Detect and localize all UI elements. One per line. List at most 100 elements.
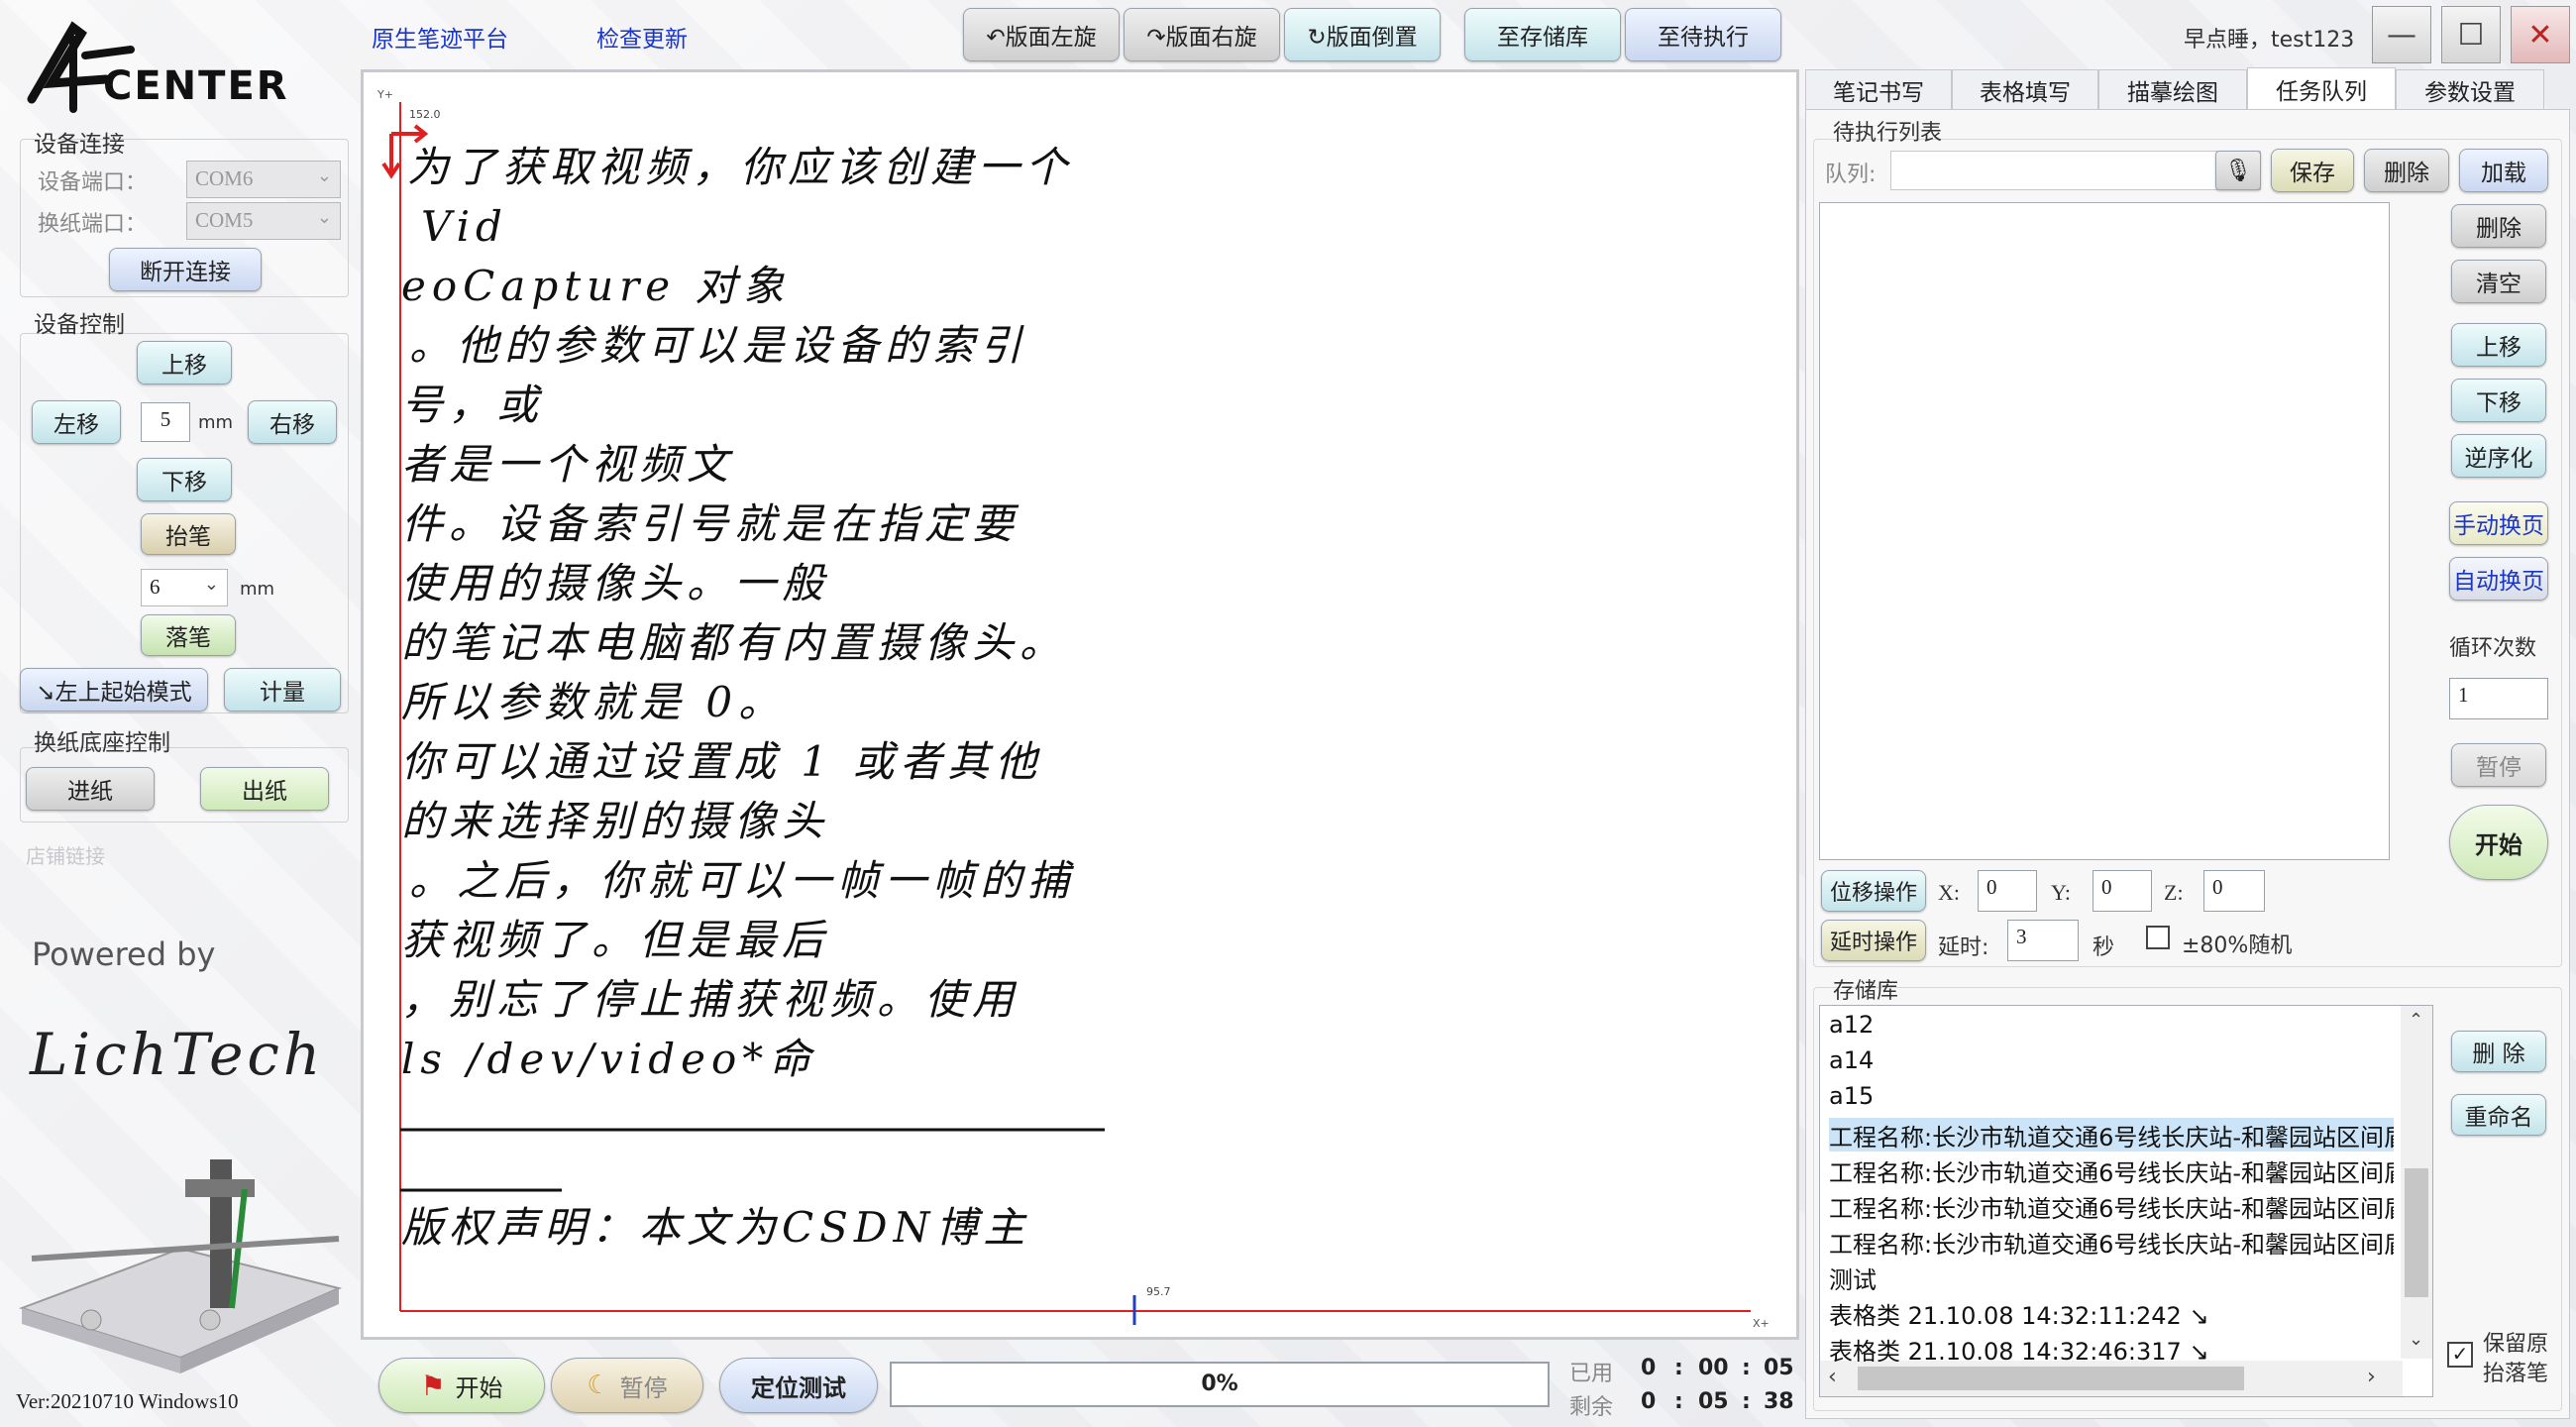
queue-move-up-button[interactable]: 上移 [2451, 323, 2546, 367]
auto-page-button[interactable]: 自动换页 [2449, 557, 2548, 601]
check-update-link[interactable]: 检查更新 [596, 20, 688, 54]
store-scrollbar-h[interactable]: ‹ › [1820, 1361, 2403, 1396]
minimize-icon: — [2387, 17, 2416, 53]
move-right-button[interactable]: 右移 [248, 400, 337, 444]
x-label: X: [1938, 880, 1960, 905]
random-checkbox[interactable] [2146, 926, 2170, 949]
queue-delete-button[interactable]: 删除 [2364, 149, 2449, 192]
store-list-item[interactable]: 测试 [1829, 1261, 2394, 1294]
brand-logo: LichTech [30, 1021, 325, 1088]
pen-up-button[interactable]: 抬笔 [141, 513, 236, 555]
queue-save-button[interactable]: 保存 [2271, 149, 2354, 192]
scroll-thumb-v[interactable] [2405, 1168, 2428, 1297]
scroll-thumb-h[interactable] [1858, 1367, 2244, 1390]
plotter-machine-image [18, 1159, 343, 1373]
locate-test-button[interactable]: 定位测试 [719, 1358, 878, 1413]
move-up-button[interactable]: 上移 [137, 341, 232, 384]
disconnect-button[interactable]: 断开连接 [109, 248, 262, 291]
store-delete-button[interactable]: 删 除 [2451, 1031, 2546, 1072]
move-left-button[interactable]: 左移 [32, 400, 121, 444]
seconds-label: 秒 [2093, 935, 2115, 960]
delay-op-button[interactable]: 延时操作 [1821, 920, 1926, 961]
store-list-item[interactable]: 工程名称:长沙市轨道交通6号线长庆站-和馨园站区间盾 [1829, 1225, 2394, 1259]
device-connection-title: 设备连接 [34, 132, 125, 158]
store-list-item[interactable]: 表格类 21.10.08 14:32:11:242 ↘ [1829, 1296, 2394, 1330]
keep-pen-checkbox[interactable]: ✓ [2447, 1342, 2473, 1368]
queue-pause-button[interactable]: 暂停 [2451, 743, 2546, 787]
native-handwriting-link[interactable]: 原生笔迹平台 [372, 20, 508, 54]
to-queue-button[interactable]: 至待执行 [1625, 8, 1781, 61]
tab-task-queue[interactable]: 任务队列 [2247, 67, 2396, 109]
start-mode-button[interactable]: ↘左上起始模式 [20, 668, 208, 712]
remain-time-minutes: 05 [1698, 1389, 1729, 1414]
moon-icon: ☾ [587, 1371, 610, 1400]
move-down-button[interactable]: 下移 [137, 458, 232, 501]
tab-table[interactable]: 表格填写 [1952, 69, 2098, 109]
loop-count-input[interactable]: 1 [2449, 678, 2548, 719]
scroll-left-icon[interactable]: ‹ [1828, 1365, 1837, 1389]
rename-button[interactable]: 重命名 [2451, 1094, 2546, 1136]
move-op-button[interactable]: 位移操作 [1821, 870, 1926, 912]
queue-list[interactable] [1819, 202, 2390, 860]
measure-button[interactable]: 计量 [224, 668, 341, 712]
queue-clear-button[interactable]: 清空 [2451, 260, 2546, 303]
store-list-item[interactable]: 工程名称:长沙市轨道交通6号线长庆站-和馨园站区间盾 [1829, 1153, 2394, 1187]
powered-by-text: Powered by [32, 935, 216, 973]
bottom-start-label: 开始 [455, 1373, 503, 1402]
queue-start-button[interactable]: 开始 [2449, 805, 2548, 880]
store-list-item[interactable]: 工程名称:长沙市轨道交通6号线长庆站-和馨园站区间盾 [1829, 1189, 2394, 1223]
drawing-canvas[interactable]: Y+ 152.0 X+ 95.7 为了获取视频，你应该创建一个 Vid eoCa… [361, 69, 1799, 1340]
step-input[interactable]: 5 [141, 402, 190, 442]
app-logo: CENTER [12, 10, 349, 119]
z-input[interactable]: 0 [2203, 870, 2265, 912]
used-time-minutes: 00 [1698, 1356, 1729, 1380]
queue-remove-button[interactable]: 删除 [2451, 204, 2546, 248]
store-list-item[interactable]: 表格类 21.10.08 14:32:46:317 ↘ [1829, 1332, 2394, 1362]
scroll-down-icon[interactable]: ⌄ [2409, 1329, 2423, 1350]
queue-label: 队列: [1825, 163, 1877, 187]
manual-page-button[interactable]: 手动换页 [2449, 501, 2548, 545]
tab-notes[interactable]: 笔记书写 [1805, 69, 1952, 109]
scroll-right-icon[interactable]: › [2367, 1365, 2376, 1389]
feed-out-button[interactable]: 出纸 [200, 767, 329, 811]
shop-link[interactable]: 店铺链接 [26, 840, 105, 869]
device-port-select[interactable]: COM6 ⌄ [186, 161, 341, 198]
queue-move-down-button[interactable]: 下移 [2451, 379, 2546, 422]
chevron-down-icon: ⌄ [203, 574, 219, 594]
hw-line: 。之后，你就可以一帧一帧的捕 [409, 856, 1076, 905]
swap-port-select[interactable]: COM5 ⌄ [186, 202, 341, 240]
store-list-item[interactable]: a14 [1829, 1046, 2394, 1080]
queue-select[interactable] [1890, 151, 2261, 190]
bottom-pause-button[interactable]: ☾ 暂停 [551, 1358, 703, 1413]
to-store-button[interactable]: 至存储库 [1464, 8, 1621, 61]
y-input[interactable]: 0 [2093, 870, 2152, 912]
tab-settings[interactable]: 参数设置 [2396, 69, 2544, 109]
rotate-left-button[interactable]: ↶版面左旋 [963, 8, 1120, 61]
scroll-up-icon[interactable]: ⌃ [2409, 1010, 2423, 1031]
maximize-button[interactable]: ☐ [2441, 6, 2501, 63]
keep-pen-label-2: 抬落笔 [2483, 1362, 2549, 1386]
origin-coordinate: 152.0 [409, 108, 441, 121]
close-button[interactable]: ✕ [2511, 6, 2570, 63]
store-scrollbar-v[interactable]: ⌃ ⌄ [2401, 1006, 2432, 1359]
rotate-right-button[interactable]: ↷版面右旋 [1124, 8, 1280, 61]
minimize-button[interactable]: — [2372, 6, 2431, 63]
pen-down-button[interactable]: 落笔 [141, 614, 236, 656]
pen-size-select[interactable]: 6 ⌄ [141, 569, 228, 606]
hw-line: 获视频了。但是最后 [401, 916, 830, 964]
feed-in-button[interactable]: 进纸 [26, 767, 155, 811]
chevron-down-icon: ⌄ [316, 207, 332, 227]
logo-text: CENTER [103, 63, 289, 109]
delay-input[interactable]: 3 [2007, 920, 2079, 961]
x-input[interactable]: 0 [1978, 870, 2037, 912]
microphone-icon: 🎙 [2224, 158, 2252, 183]
microphone-button[interactable]: 🎙 [2215, 151, 2261, 190]
bottom-start-button[interactable]: ⚑ 开始 [378, 1358, 545, 1413]
queue-reverse-button[interactable]: 逆序化 [2451, 434, 2546, 478]
store-list-item-selected[interactable]: 工程名称:长沙市轨道交通6号线长庆站-和馨园站区间盾 [1829, 1118, 2394, 1152]
rotate-flip-button[interactable]: ↻版面倒置 [1284, 8, 1441, 61]
queue-load-button[interactable]: 加载 [2459, 149, 2548, 192]
tab-tracing[interactable]: 描摹绘图 [2098, 69, 2247, 109]
store-list-item[interactable]: a12 [1829, 1011, 2394, 1044]
store-list-item[interactable]: a15 [1829, 1082, 2394, 1116]
